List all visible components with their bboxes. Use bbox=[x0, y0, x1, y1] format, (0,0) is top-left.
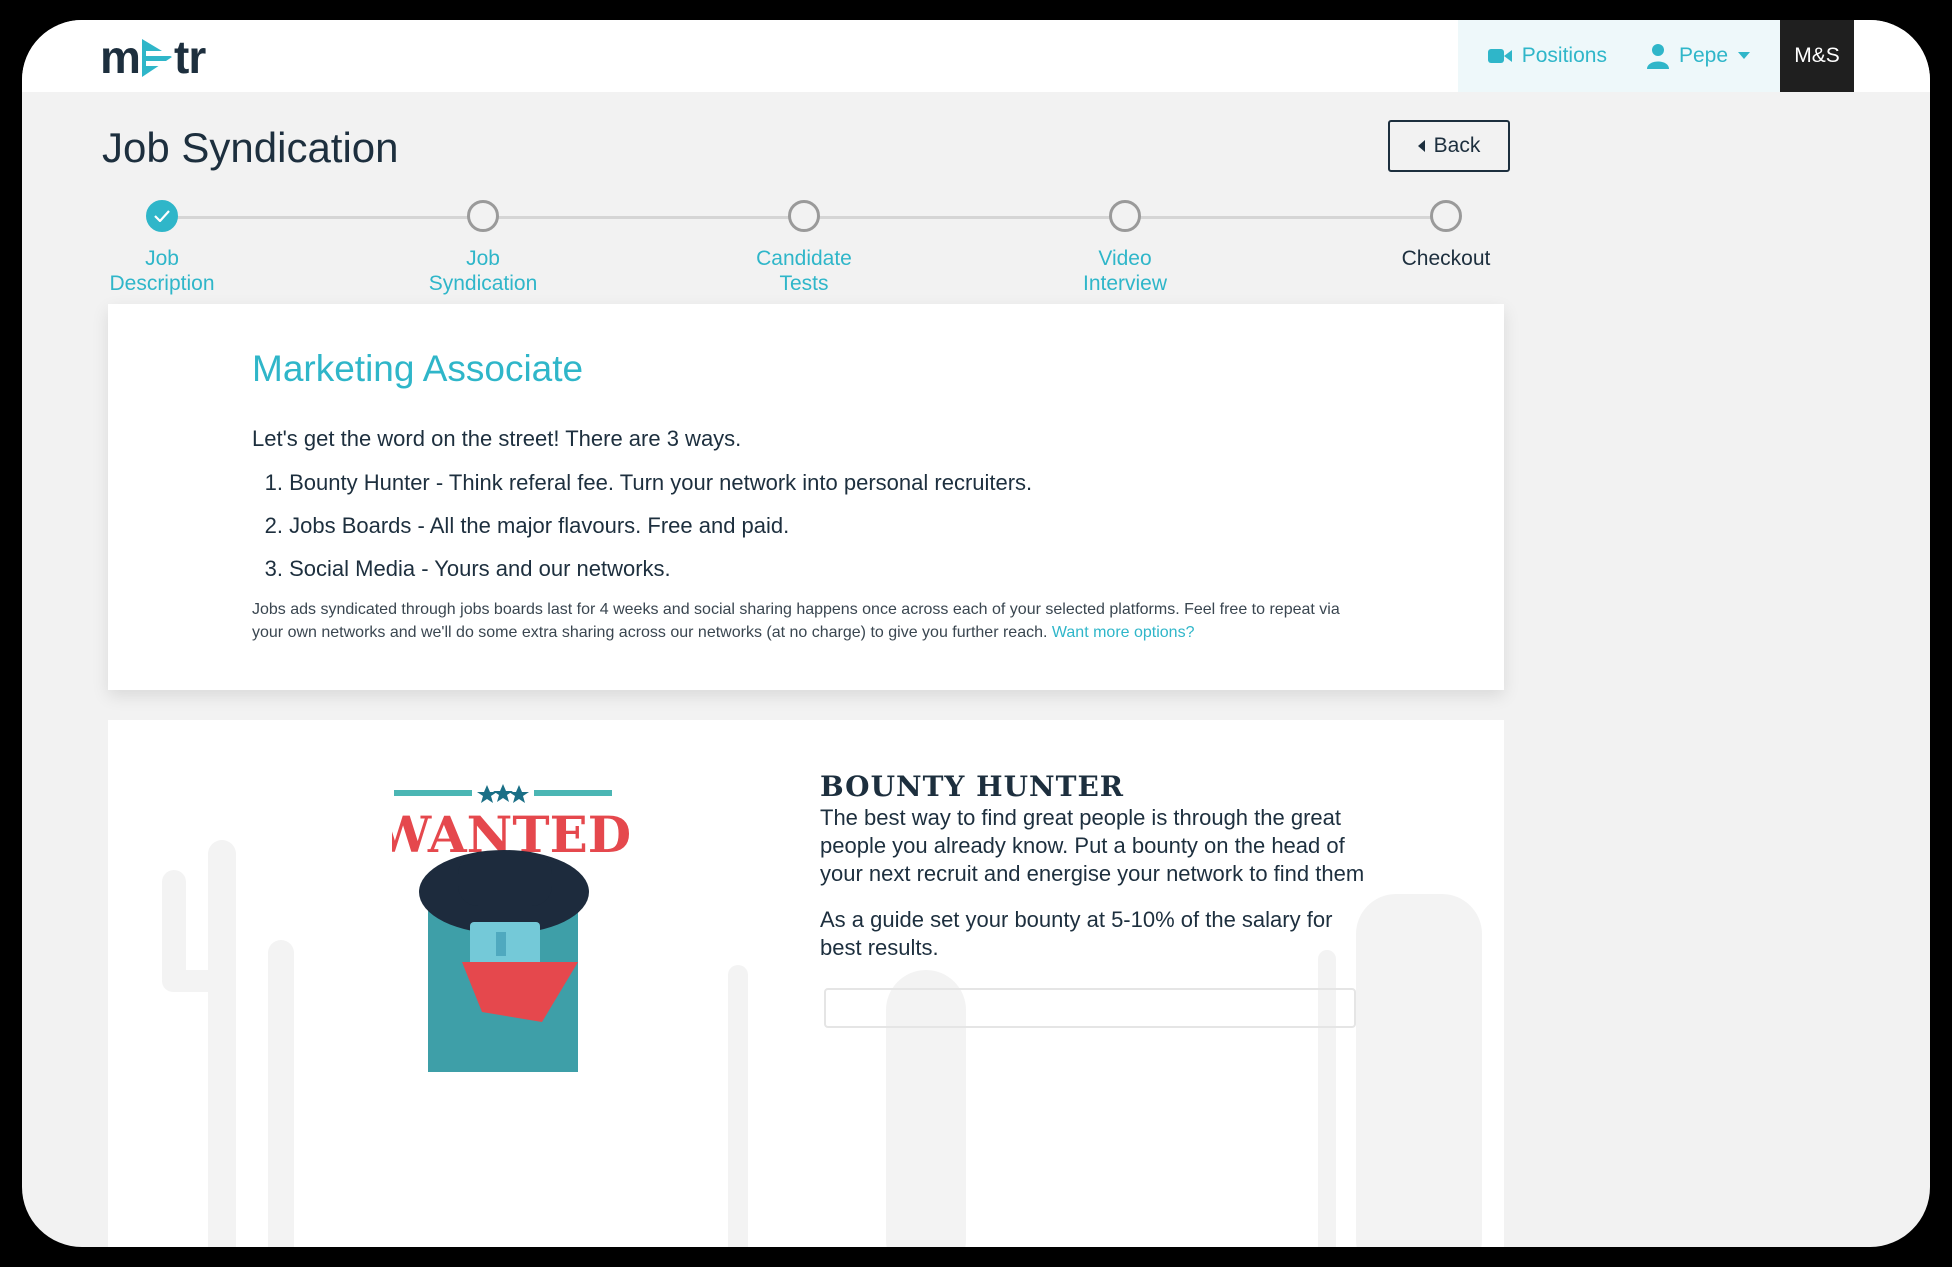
list-item: 1. Bounty Hunter - Think referal fee. Tu… bbox=[252, 469, 1033, 512]
step-label-line1: Candidate bbox=[756, 247, 852, 270]
cactus-shape bbox=[728, 965, 748, 1247]
step-checkout[interactable]: Checkout bbox=[1346, 200, 1546, 271]
step-job-description[interactable]: Job Description bbox=[62, 200, 262, 296]
step-job-syndication[interactable]: Job Syndication bbox=[383, 200, 583, 296]
cactus-shape bbox=[162, 970, 222, 992]
step-video-interview[interactable]: Video Interview bbox=[1025, 200, 1225, 296]
list-text: Bounty Hunter - Think referal fee. Turn … bbox=[289, 470, 1033, 495]
user-name: Pepe bbox=[1678, 44, 1728, 67]
user-menu[interactable]: Pepe bbox=[1646, 43, 1750, 69]
nav-right: Positions Pepe M&S bbox=[1457, 20, 1854, 92]
cactus-shape bbox=[208, 840, 236, 1247]
logo-mark-icon: m tr bbox=[100, 33, 207, 83]
step-label-line2: Syndication bbox=[428, 272, 538, 295]
progress-stepper: Job Description Job Syndication Candidat… bbox=[22, 180, 1930, 295]
step-label-line2: Tests bbox=[779, 272, 829, 295]
step-label-line1: Video bbox=[1098, 247, 1152, 270]
list-number: 3. bbox=[264, 556, 283, 581]
meetr-logo[interactable]: m tr meetr bbox=[100, 24, 218, 94]
bounty-hunter-card: WANTED BOUNTY HUNTER The best way to fin… bbox=[108, 720, 1504, 1247]
list-item: 2. Jobs Boards - All the major flavours.… bbox=[252, 512, 1032, 555]
list-number: 1. bbox=[264, 470, 283, 495]
bounty-guide-text: As a guide set your bounty at 5-10% of t… bbox=[820, 907, 1333, 960]
svg-text:tr: tr bbox=[174, 33, 206, 83]
caret-down-icon bbox=[1738, 52, 1750, 59]
step-label: Candidate Tests bbox=[704, 246, 904, 296]
wanted-poster-illustration: WANTED bbox=[392, 784, 631, 1072]
check-icon bbox=[154, 210, 170, 222]
positions-label: Positions bbox=[1521, 44, 1607, 67]
desert-background bbox=[162, 840, 1482, 1247]
step-label-line2: Description bbox=[109, 272, 215, 295]
hat-crown bbox=[458, 854, 552, 906]
company-badge[interactable]: M&S bbox=[1780, 20, 1854, 92]
page-title: Job Syndication bbox=[102, 124, 399, 171]
nav-links: Positions Pepe bbox=[1457, 20, 1780, 92]
back-label: Back bbox=[1433, 134, 1481, 157]
step-complete-circle bbox=[146, 200, 178, 232]
video-camera-icon bbox=[1487, 49, 1512, 63]
svg-text:m: m bbox=[100, 33, 140, 83]
list-text: Jobs Boards - All the major flavours. Fr… bbox=[289, 513, 790, 538]
positions-link[interactable]: Positions bbox=[1487, 44, 1607, 68]
step-label: Job Syndication bbox=[383, 246, 583, 296]
star-icon bbox=[477, 785, 497, 803]
cactus-shape bbox=[268, 940, 294, 1247]
bounty-hunter-description: The best way to find great people is thr… bbox=[820, 805, 1365, 886]
step-label: Checkout bbox=[1346, 246, 1546, 271]
step-candidate-tests[interactable]: Candidate Tests bbox=[704, 200, 904, 296]
step-pending-circle bbox=[1430, 200, 1462, 232]
top-navbar: m tr meetr Positions bbox=[22, 20, 1930, 92]
step-pending-circle bbox=[1109, 200, 1141, 232]
poster-bar bbox=[534, 790, 612, 796]
step-label-line1: Job bbox=[145, 247, 179, 270]
step-label-line2: Interview bbox=[1082, 272, 1168, 295]
step-pending-circle bbox=[467, 200, 499, 232]
list-text: Social Media - Yours and our networks. bbox=[289, 556, 671, 581]
user-icon bbox=[1646, 44, 1669, 69]
ways-list: 1. Bounty Hunter - Think referal fee. Tu… bbox=[252, 469, 1033, 598]
poster-bar bbox=[394, 790, 472, 796]
intro-text: Let's get the word on the street! There … bbox=[252, 426, 742, 451]
step-label-line1: Job bbox=[466, 247, 500, 270]
job-summary-card: Marketing Associate Let's get the word o… bbox=[108, 304, 1504, 690]
list-number: 2. bbox=[264, 513, 283, 538]
app-screen: m tr meetr Positions bbox=[22, 20, 1930, 1247]
list-item: 3. Social Media - Yours and our networks… bbox=[252, 555, 1032, 598]
syndication-note: Jobs ads syndicated through jobs boards … bbox=[252, 598, 1372, 644]
caret-left-icon bbox=[1417, 140, 1425, 152]
bounty-hunter-title: BOUNTY HUNTER bbox=[820, 770, 1125, 803]
nose bbox=[496, 932, 506, 956]
step-label-line1: Checkout bbox=[1401, 247, 1491, 270]
step-pending-circle bbox=[788, 200, 820, 232]
star-icon bbox=[493, 784, 513, 802]
back-button[interactable]: Back bbox=[1388, 120, 1510, 172]
step-label: Job Description bbox=[62, 246, 262, 296]
more-options-link[interactable]: Want more options? bbox=[1052, 624, 1195, 641]
job-title: Marketing Associate bbox=[252, 348, 584, 389]
bounty-amount-input[interactable] bbox=[824, 988, 1356, 1028]
step-label: Video Interview bbox=[1025, 246, 1225, 296]
star-icon bbox=[509, 785, 529, 803]
